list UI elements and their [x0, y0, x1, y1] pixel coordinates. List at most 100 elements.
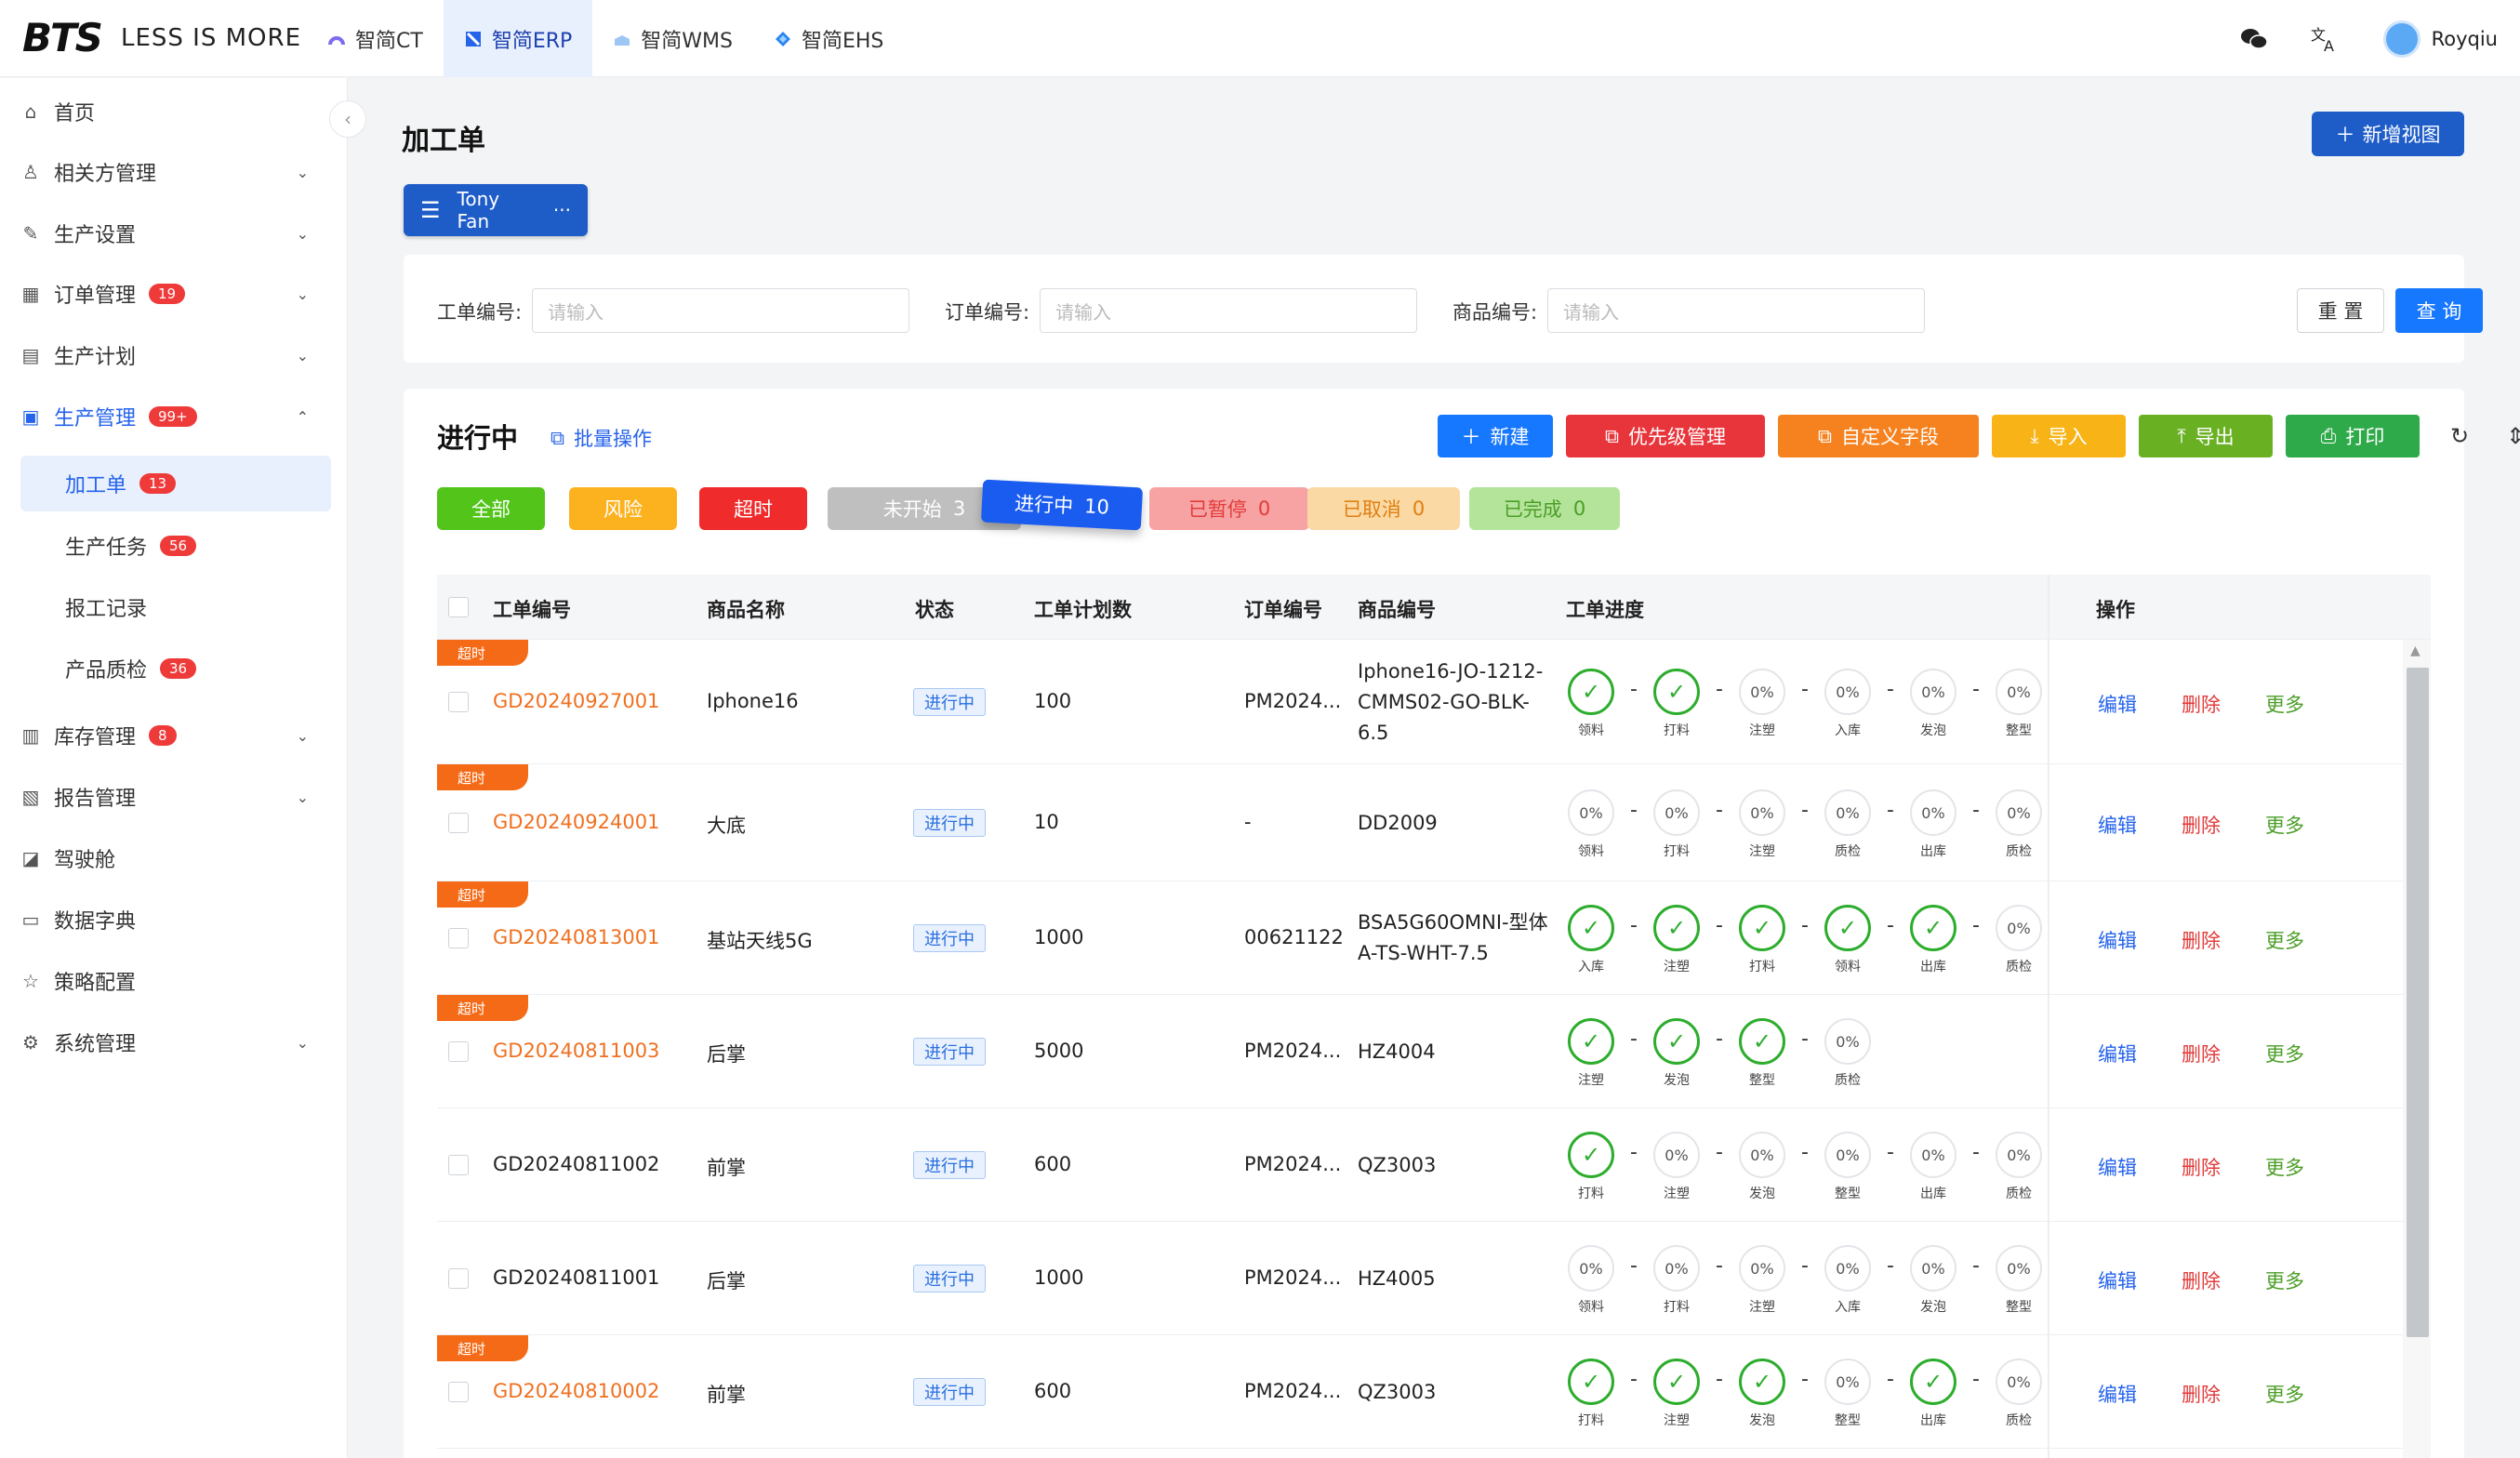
- delete-link[interactable]: 删除: [2182, 1153, 2221, 1181]
- row-checkbox[interactable]: [448, 1155, 469, 1175]
- progress-step[interactable]: 0% 注塑: [1737, 1245, 1787, 1316]
- import-button[interactable]: ⤓ 导入: [1992, 415, 2126, 457]
- sidebar-item-production-management[interactable]: ▣ 生产管理 99+ ⌃: [20, 391, 331, 443]
- progress-step[interactable]: 0% 入库: [1823, 669, 1873, 739]
- more-link[interactable]: 更多: [2265, 1266, 2304, 1294]
- more-link[interactable]: 更多: [2265, 1380, 2304, 1408]
- progress-step[interactable]: ✓ 发泡: [1737, 1359, 1787, 1429]
- row-checkbox[interactable]: [448, 813, 469, 833]
- progress-step[interactable]: ✓ 注塑: [1566, 1018, 1616, 1089]
- reset-button[interactable]: 重 置: [2297, 288, 2384, 333]
- sidebar-item-production-plan[interactable]: ▤ 生产计划 ⌄: [20, 329, 331, 381]
- work-order-id[interactable]: GD20240811002: [493, 1153, 659, 1175]
- more-link[interactable]: 更多: [2265, 1153, 2304, 1181]
- wechat-icon[interactable]: [2240, 26, 2268, 52]
- edit-link[interactable]: 编辑: [2098, 1040, 2137, 1067]
- custom-fields-button[interactable]: ⧉ 自定义字段: [1778, 415, 1979, 457]
- progress-step[interactable]: 0% 质检: [1994, 1132, 2044, 1202]
- view-tab[interactable]: ☰ Tony Fan ···: [404, 184, 588, 236]
- work-order-id[interactable]: GD20240810002: [493, 1380, 659, 1402]
- status-tab[interactable]: 已暂停 0: [1149, 487, 1309, 530]
- progress-step[interactable]: 0% 出库: [1908, 789, 1958, 860]
- work-order-id[interactable]: GD20240813001: [493, 926, 659, 948]
- progress-step[interactable]: 0% 入库: [1823, 1245, 1873, 1316]
- delete-link[interactable]: 删除: [2182, 690, 2221, 718]
- select-all-checkbox[interactable]: [448, 597, 469, 617]
- more-icon[interactable]: ···: [553, 199, 571, 221]
- row-checkbox[interactable]: [448, 692, 469, 712]
- progress-step[interactable]: 0% 质检: [1823, 1018, 1873, 1089]
- translate-icon[interactable]: 文A: [2311, 25, 2341, 53]
- progress-step[interactable]: ✓ 注塑: [1651, 1359, 1702, 1429]
- progress-step[interactable]: ✓ 注塑: [1651, 905, 1702, 975]
- row-checkbox[interactable]: [448, 1382, 469, 1402]
- edit-link[interactable]: 编辑: [2098, 1266, 2137, 1294]
- sidebar-item-reports[interactable]: ▧ 报告管理 ⌄: [20, 771, 331, 823]
- progress-step[interactable]: 0% 发泡: [1737, 1132, 1787, 1202]
- progress-step[interactable]: 0% 质检: [1823, 789, 1873, 860]
- work-order-id[interactable]: GD20240811003: [493, 1040, 659, 1062]
- progress-step[interactable]: ✓ 出库: [1908, 905, 1958, 975]
- column-height-icon[interactable]: ⇕: [2500, 423, 2520, 449]
- sidebar-subitem-production-tasks[interactable]: 生产任务 56: [20, 518, 331, 574]
- delete-link[interactable]: 删除: [2182, 811, 2221, 839]
- status-tab[interactable]: 全部: [437, 487, 545, 530]
- progress-step[interactable]: 0% 领料: [1566, 789, 1616, 860]
- query-button[interactable]: 查 询: [2395, 288, 2483, 333]
- progress-step[interactable]: 0% 注塑: [1737, 669, 1787, 739]
- sidebar-subitem-quality-check[interactable]: 产品质检 36: [20, 641, 331, 696]
- progress-step[interactable]: ✓ 发泡: [1651, 1018, 1702, 1089]
- progress-step[interactable]: 0% 整型: [1823, 1359, 1873, 1429]
- progress-step[interactable]: ✓ 入库: [1566, 905, 1616, 975]
- more-link[interactable]: 更多: [2265, 926, 2304, 954]
- delete-link[interactable]: 删除: [2182, 1040, 2221, 1067]
- progress-step[interactable]: 0% 质检: [1994, 789, 2044, 860]
- collapse-sidebar-button[interactable]: ‹: [329, 100, 366, 138]
- sidebar-item-production-settings[interactable]: ✎ 生产设置 ⌄: [20, 207, 331, 259]
- app-tab-ehs[interactable]: 智简EHS: [753, 0, 904, 77]
- delete-link[interactable]: 删除: [2182, 1266, 2221, 1294]
- logo[interactable]: BTS: [22, 15, 103, 60]
- status-tab[interactable]: 已取消 0: [1307, 487, 1460, 530]
- progress-step[interactable]: 0% 发泡: [1908, 669, 1958, 739]
- sidebar-item-stakeholders[interactable]: ♙ 相关方管理 ⌄: [20, 146, 331, 198]
- sidebar-subitem-work-orders[interactable]: 加工单 13: [20, 456, 331, 511]
- work-order-id[interactable]: GD20240927001: [493, 690, 659, 712]
- progress-step[interactable]: 0% 质检: [1994, 1359, 2044, 1429]
- edit-link[interactable]: 编辑: [2098, 1380, 2137, 1408]
- scrollbar-thumb[interactable]: [2407, 668, 2429, 1337]
- status-tab[interactable]: 已完成 0: [1469, 487, 1620, 530]
- status-tab[interactable]: 超时: [699, 487, 807, 530]
- refresh-icon[interactable]: ↻: [2444, 423, 2475, 449]
- more-link[interactable]: 更多: [2265, 1040, 2304, 1067]
- progress-step[interactable]: 0% 整型: [1994, 669, 2044, 739]
- progress-step[interactable]: ✓ 打料: [1566, 1359, 1616, 1429]
- more-link[interactable]: 更多: [2265, 811, 2304, 839]
- progress-step[interactable]: ✓ 领料: [1823, 905, 1873, 975]
- new-button[interactable]: ＋ 新建: [1438, 415, 1553, 457]
- status-tab[interactable]: 进行中 10: [980, 479, 1144, 531]
- progress-step[interactable]: 0% 打料: [1651, 1245, 1702, 1316]
- progress-step[interactable]: ✓ 领料: [1566, 669, 1616, 739]
- progress-step[interactable]: 0% 整型: [1823, 1132, 1873, 1202]
- delete-link[interactable]: 删除: [2182, 1380, 2221, 1408]
- progress-step[interactable]: 0% 打料: [1651, 789, 1702, 860]
- progress-step[interactable]: ✓ 打料: [1651, 669, 1702, 739]
- sidebar-item-strategy[interactable]: ☆ 策略配置: [20, 955, 331, 1007]
- sidebar-subitem-work-reports[interactable]: 报工记录: [20, 579, 331, 635]
- app-tab-ct[interactable]: 智简CT: [307, 0, 444, 77]
- user-menu[interactable]: Royqiu: [2382, 20, 2498, 58]
- status-tab[interactable]: 风险: [569, 487, 677, 530]
- scroll-up-icon[interactable]: ▲: [2410, 643, 2421, 658]
- more-link[interactable]: 更多: [2265, 690, 2304, 718]
- edit-link[interactable]: 编辑: [2098, 690, 2137, 718]
- export-button[interactable]: ⤒ 导出: [2139, 415, 2273, 457]
- progress-step[interactable]: 0% 整型: [1994, 1245, 2044, 1316]
- progress-step[interactable]: 0% 注塑: [1737, 789, 1787, 860]
- progress-step[interactable]: ✓ 出库: [1908, 1359, 1958, 1429]
- progress-step[interactable]: 0% 领料: [1566, 1245, 1616, 1316]
- edit-link[interactable]: 编辑: [2098, 926, 2137, 954]
- print-button[interactable]: ⎙ 打印: [2286, 415, 2420, 457]
- progress-step[interactable]: 0% 注塑: [1651, 1132, 1702, 1202]
- work-order-input[interactable]: 请输入: [532, 288, 909, 333]
